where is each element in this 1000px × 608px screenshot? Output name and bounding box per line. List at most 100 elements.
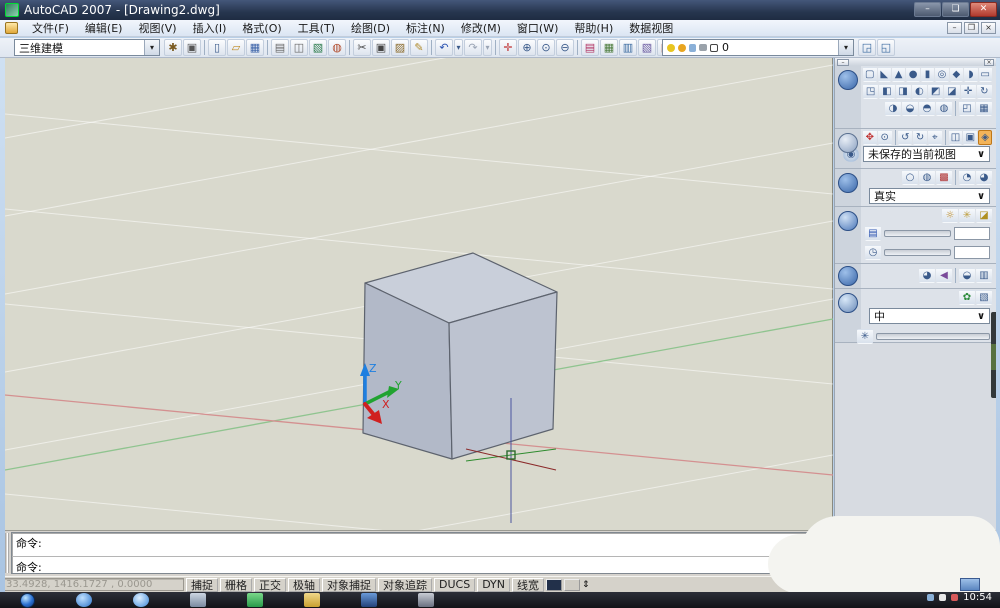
planar-surface-icon[interactable]: ▭: [978, 67, 992, 82]
cone-primitive-icon[interactable]: ▲: [891, 67, 906, 82]
cylinder-primitive-icon[interactable]: ▮: [920, 67, 935, 82]
maximize-button[interactable]: ❏: [942, 2, 969, 17]
polar-toggle[interactable]: 极轴: [288, 577, 320, 592]
paste-icon[interactable]: ▨: [391, 39, 409, 56]
union-icon[interactable]: ◑: [885, 101, 901, 116]
brightness-field[interactable]: [954, 227, 990, 240]
visual-style-dropdown-arrow[interactable]: ∨: [973, 191, 989, 202]
workspace-dropdown-arrow[interactable]: ▾: [144, 40, 159, 55]
save-icon[interactable]: ▦: [246, 39, 264, 56]
drawing-viewport[interactable]: Z Y X: [4, 0, 834, 608]
box-primitive-icon[interactable]: ▢: [863, 67, 877, 82]
tray-network-icon[interactable]: [927, 594, 935, 601]
brightness-slider[interactable]: [884, 230, 951, 237]
material-library-icon[interactable]: ▥: [976, 268, 992, 283]
parallel-projection-icon[interactable]: ▣: [963, 130, 978, 145]
dashboard-minimize-icon[interactable]: –: [837, 58, 849, 66]
layer-previous-icon[interactable]: ◱: [877, 39, 895, 56]
zoom-realtime-icon[interactable]: ⊕: [518, 39, 536, 56]
status-menu-arrow-icon[interactable]: ⇕: [582, 580, 590, 590]
cut-icon[interactable]: ✂: [353, 39, 371, 56]
sweep-icon[interactable]: ◨: [895, 84, 911, 99]
undo-dropdown-icon[interactable]: ▾: [454, 39, 463, 56]
dyn-toggle[interactable]: DYN: [477, 577, 511, 592]
publish-icon[interactable]: ▧: [309, 39, 327, 56]
realistic-style-icon[interactable]: ▩: [936, 170, 952, 185]
material-mapping-icon[interactable]: ◒: [959, 268, 975, 283]
menu-insert[interactable]: 插入(I): [185, 19, 235, 37]
ortho-toggle[interactable]: 正交: [254, 577, 286, 592]
workspace-save-icon[interactable]: ▣: [183, 39, 201, 56]
light-section-icon[interactable]: [838, 211, 858, 231]
match-properties-icon[interactable]: ✎: [410, 39, 428, 56]
3d-navigate-section-icon[interactable]: [838, 133, 858, 153]
torus-primitive-icon[interactable]: ◎: [935, 67, 949, 82]
model-space-icon[interactable]: [546, 578, 563, 591]
taskbar-app-icon[interactable]: [418, 593, 434, 607]
named-view-combobox[interactable]: 未保存的当前视图 ∨: [863, 146, 990, 162]
layer-freeze-sun-icon[interactable]: [678, 43, 686, 52]
layer-plot-icon[interactable]: [699, 44, 707, 51]
open-file-icon[interactable]: ▱: [227, 39, 245, 56]
menu-tools[interactable]: 工具(T): [290, 19, 343, 37]
minimize-button[interactable]: –: [914, 2, 941, 17]
sun-status-icon[interactable]: ☼: [942, 208, 958, 223]
free-orbit-icon[interactable]: ↻: [913, 130, 927, 145]
new-file-icon[interactable]: ▯: [208, 39, 226, 56]
sky-status-icon[interactable]: ✳: [959, 208, 975, 223]
menu-view[interactable]: 视图(V): [130, 19, 184, 37]
wedge-primitive-icon[interactable]: ◣: [877, 67, 891, 82]
ducs-toggle[interactable]: DUCS: [434, 577, 476, 592]
menu-edit[interactable]: 编辑(E): [77, 19, 131, 37]
plot-icon[interactable]: ▤: [271, 39, 289, 56]
polysolid-icon[interactable]: ◳: [863, 84, 879, 99]
layer-lock-icon[interactable]: [689, 43, 696, 52]
copy-icon[interactable]: ▣: [372, 39, 390, 56]
mdi-restore-button[interactable]: ❐: [964, 22, 979, 34]
taskbar-autocad-icon[interactable]: [361, 593, 377, 607]
camera-icon[interactable]: ◫: [948, 130, 963, 145]
contrast-slider[interactable]: [884, 249, 951, 256]
dashboard-close-icon[interactable]: ×: [984, 58, 994, 66]
layer-dropdown-arrow[interactable]: ▾: [838, 40, 853, 55]
snap-toggle[interactable]: 捕捉: [186, 577, 218, 592]
mdi-minimize-button[interactable]: –: [947, 22, 962, 34]
workspace-combobox[interactable]: 三维建模 ▾: [14, 39, 160, 56]
menu-draw[interactable]: 绘图(D): [343, 19, 398, 37]
helix-icon[interactable]: ◗: [964, 67, 978, 82]
sheet-set-manager-icon[interactable]: ▧: [638, 39, 656, 56]
menu-format[interactable]: 格式(O): [234, 19, 289, 37]
named-view-dropdown-arrow[interactable]: ∨: [973, 149, 989, 160]
close-button[interactable]: ✕: [970, 2, 997, 17]
materials-editor-icon[interactable]: ◕: [919, 268, 935, 283]
plot-preview-icon[interactable]: ◫: [290, 39, 308, 56]
3d-align-icon[interactable]: ◰: [959, 101, 975, 116]
revolve-icon[interactable]: ◐: [911, 84, 927, 99]
tray-security-icon[interactable]: [951, 594, 959, 601]
visual-style-section-icon[interactable]: [838, 173, 858, 193]
clean-screen-button[interactable]: [960, 578, 980, 591]
contrast-field[interactable]: [954, 246, 990, 259]
designcenter-icon[interactable]: ▦: [600, 39, 618, 56]
workspace-settings-icon[interactable]: ✱: [164, 39, 182, 56]
lineweight-toggle[interactable]: 线宽: [512, 577, 545, 592]
tool-palettes-icon[interactable]: ▥: [619, 39, 637, 56]
zoom-window-icon[interactable]: ⊙: [537, 39, 555, 56]
intersect-icon[interactable]: ◓: [919, 101, 935, 116]
otrack-toggle[interactable]: 对象追踪: [378, 577, 432, 592]
layer-color-swatch[interactable]: [710, 43, 718, 52]
3d-array-icon[interactable]: ▦: [976, 101, 992, 116]
subtract-icon[interactable]: ◒: [902, 101, 918, 116]
pan-tool-icon[interactable]: ✥: [862, 130, 877, 145]
loft-icon[interactable]: ◩: [928, 84, 944, 99]
zoom-tool-icon[interactable]: ⊙: [877, 130, 892, 145]
walk-icon[interactable]: ⌖: [927, 130, 942, 145]
menu-modify[interactable]: 修改(M): [453, 19, 509, 37]
edge-overhang-icon[interactable]: ◔: [959, 170, 975, 185]
tray-volume-icon[interactable]: [939, 594, 947, 601]
grid-toggle[interactable]: 栅格: [220, 577, 252, 592]
redo-dropdown-icon[interactable]: ▾: [483, 39, 492, 56]
render-environment-icon[interactable]: ✿: [959, 290, 975, 305]
menu-file[interactable]: 文件(F): [24, 19, 77, 37]
taskbar-clock[interactable]: 10:54: [963, 592, 992, 603]
